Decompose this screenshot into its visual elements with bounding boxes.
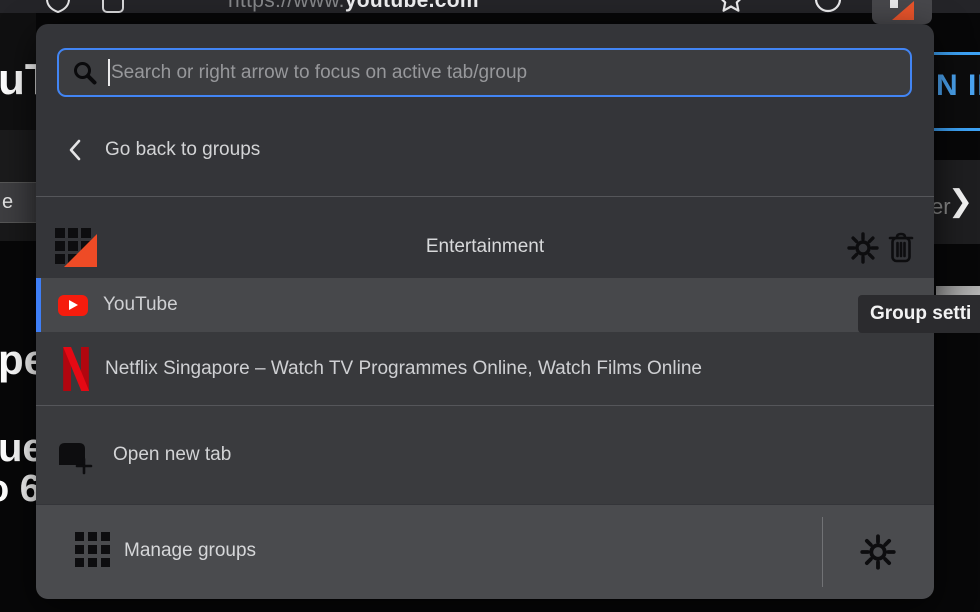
search-icon (72, 60, 98, 86)
browser-toolbar: https://www.youtube.com (0, 0, 980, 13)
popup-footer: Manage groups (36, 505, 934, 599)
scroll-right-chevron-icon[interactable]: ❯ (948, 184, 973, 219)
page-search-fragment: e sc (0, 182, 37, 223)
open-new-tab-label: Open new tab (113, 444, 231, 466)
footer-divider (822, 517, 823, 587)
page-band-fragment-2 (0, 223, 36, 241)
chevron-left-icon (67, 138, 83, 162)
tab-groups-popup: Search or right arrow to focus on active… (36, 24, 934, 599)
group-settings-gear-icon[interactable] (847, 232, 879, 264)
shield-icon[interactable] (44, 0, 72, 13)
tab-row-youtube[interactable]: YouTube (36, 278, 934, 332)
open-new-tab-button[interactable]: Open new tab (36, 406, 934, 504)
signin-button-fragment[interactable]: N IN (934, 52, 980, 131)
go-back-button[interactable]: Go back to groups (36, 124, 934, 176)
go-back-label: Go back to groups (105, 139, 260, 161)
manage-groups-grid-icon (75, 532, 110, 567)
settings-gear-icon[interactable] (860, 534, 896, 570)
tab-groups-extension-icon (890, 0, 914, 20)
screen: https://www.youtube.com uTu e sc pe ue o… (0, 0, 980, 612)
group-title: Entertainment (36, 218, 934, 278)
profile-icon[interactable] (813, 0, 843, 13)
netflix-favicon (63, 347, 89, 391)
url-domain: youtube.com (345, 0, 479, 12)
tab-label: YouTube (103, 294, 178, 316)
divider (36, 196, 934, 197)
youtube-favicon (58, 295, 88, 316)
extension-button[interactable] (872, 0, 932, 24)
tab-label: Netflix Singapore – Watch TV Programmes … (105, 358, 702, 380)
url-bar[interactable]: https://www.youtube.com (228, 0, 479, 13)
url-scheme: https://www. (228, 0, 345, 12)
page-heading-fragment-3: o 6 (0, 468, 41, 511)
group-settings-tooltip: Group setti (858, 295, 980, 333)
page-band-fragment (0, 130, 36, 182)
tab-row-netflix[interactable]: Netflix Singapore – Watch TV Programmes … (36, 332, 934, 405)
new-tab-icon (53, 435, 97, 475)
bookmark-star-icon[interactable] (716, 0, 746, 13)
group-header: Entertainment (36, 218, 934, 278)
manage-groups-button[interactable]: Manage groups (124, 505, 256, 599)
search-input[interactable]: Search or right arrow to focus on active… (57, 48, 912, 97)
text-caret (108, 59, 110, 86)
delete-group-trash-icon[interactable] (888, 232, 914, 264)
page-icon[interactable] (100, 0, 126, 13)
search-placeholder: Search or right arrow to focus on active… (111, 62, 527, 84)
